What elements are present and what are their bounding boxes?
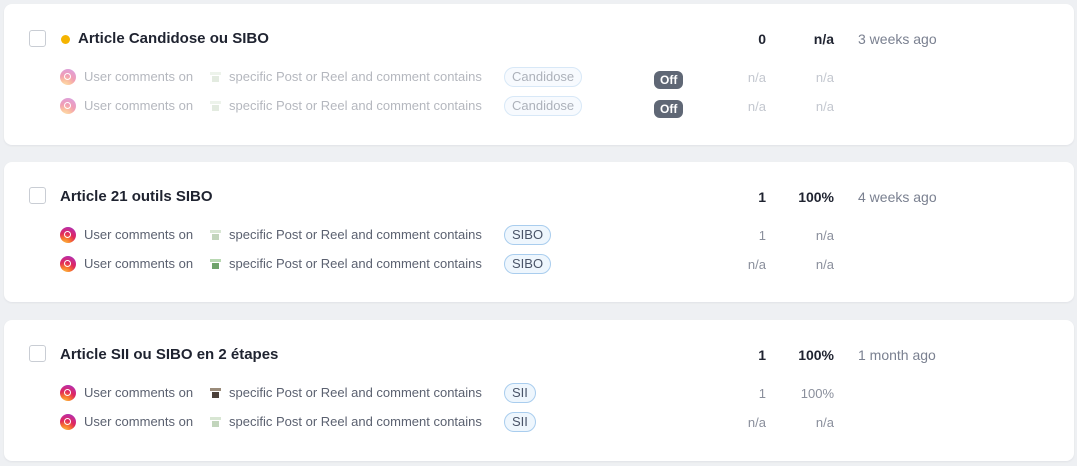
automation-count: 1: [758, 347, 766, 363]
rule-suffix: specific Post or Reel and comment contai…: [229, 414, 482, 429]
post-thumbnail-icon: [208, 70, 223, 84]
automation-title[interactable]: Article SII ou SIBO en 2 étapes: [60, 346, 278, 363]
rule-suffix: specific Post or Reel and comment contai…: [229, 69, 482, 84]
rule-prefix: User comments on: [84, 414, 194, 429]
instagram-icon: [60, 385, 76, 401]
rule-rate: n/a: [815, 99, 834, 114]
rule-prefix: User comments on: [84, 69, 194, 84]
automation-rate: 100%: [798, 347, 834, 363]
rule-prefix: User comments on: [84, 385, 194, 400]
status-dot: [61, 35, 70, 44]
instagram-icon: [60, 256, 76, 272]
automation-rate: 100%: [798, 189, 834, 205]
rule-rate: n/a: [815, 70, 834, 85]
rule-count: n/a: [747, 70, 766, 85]
rule-count: n/a: [747, 415, 766, 430]
post-thumbnail-icon: [208, 415, 223, 429]
rule-count: n/a: [747, 257, 766, 272]
automation-time: 1 month ago: [858, 347, 936, 363]
keyword-tag: SII: [504, 412, 536, 432]
automation-time: 3 weeks ago: [858, 31, 937, 47]
automation-card: Article SII ou SIBO en 2 étapes 1 100% 1…: [4, 320, 1074, 461]
rule-toggle[interactable]: Off: [654, 71, 684, 89]
rule-prefix: User comments on: [84, 98, 194, 113]
post-thumbnail-icon: [208, 228, 223, 242]
rule-count: n/a: [747, 99, 766, 114]
rule-suffix: specific Post or Reel and comment contai…: [229, 227, 482, 242]
rule-rate: n/a: [815, 257, 834, 272]
rule-rate: n/a: [815, 228, 834, 243]
rule-toggle[interactable]: Off: [654, 100, 684, 118]
instagram-icon: [60, 98, 76, 114]
instagram-icon: [60, 227, 76, 243]
keyword-tag: Candidose: [504, 96, 583, 116]
rule-rate: 100%: [800, 386, 834, 401]
instagram-icon: [60, 69, 76, 85]
select-checkbox[interactable]: [29, 345, 46, 362]
rule-suffix: specific Post or Reel and comment contai…: [229, 256, 482, 271]
rule-prefix: User comments on: [84, 227, 194, 242]
automation-title[interactable]: Article Candidose ou SIBO: [78, 30, 269, 47]
automation-count: 1: [758, 189, 766, 205]
instagram-icon: [60, 414, 76, 430]
automation-count: 0: [758, 31, 766, 47]
rule-count: 1: [758, 228, 766, 243]
rule-count: 1: [758, 386, 766, 401]
post-thumbnail-icon: [208, 257, 223, 271]
rule-suffix: specific Post or Reel and comment contai…: [229, 385, 482, 400]
automation-time: 4 weeks ago: [858, 189, 937, 205]
select-checkbox[interactable]: [29, 30, 46, 47]
select-checkbox[interactable]: [29, 187, 46, 204]
automation-card: Article Candidose ou SIBO 0 n/a 3 weeks …: [4, 4, 1074, 145]
post-thumbnail-icon: [208, 386, 223, 400]
automation-title[interactable]: Article 21 outils SIBO: [60, 188, 213, 205]
automation-card: Article 21 outils SIBO 1 100% 4 weeks ag…: [4, 162, 1074, 302]
keyword-tag: Candidose: [504, 67, 583, 87]
keyword-tag: SII: [504, 383, 536, 403]
automation-rate: n/a: [813, 31, 834, 47]
rule-prefix: User comments on: [84, 256, 194, 271]
rule-rate: n/a: [815, 415, 834, 430]
keyword-tag: SIBO: [504, 254, 552, 274]
keyword-tag: SIBO: [504, 225, 552, 245]
post-thumbnail-icon: [208, 99, 223, 113]
rule-suffix: specific Post or Reel and comment contai…: [229, 98, 482, 113]
